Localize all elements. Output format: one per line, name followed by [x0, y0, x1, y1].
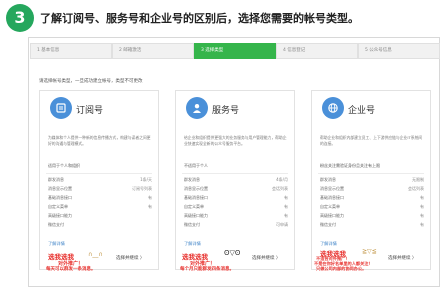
feature-row: 高级接口能力有	[320, 213, 424, 218]
select-continue-button[interactable]: 选择并继续 〉	[388, 255, 416, 261]
feature-row: 自定义菜单有	[48, 204, 152, 209]
card-title: 服务号	[212, 106, 240, 116]
step-email-activate: 2 邮箱激活	[112, 43, 194, 59]
card-subscription[interactable]: 订阅号 为媒体和个人提供一种新的信息传播方式，构建与读者之间更好的沟通与管理模式…	[39, 90, 159, 272]
feature-row: 高级接口能力有	[184, 213, 288, 218]
feature-row: 基础消息接口有	[48, 195, 152, 200]
card-description: 给企业和组织提供更强大的业务服务与用户管理能力，帮助企业快速实现全新的公众号服务…	[184, 135, 287, 146]
feature-row: 群发消息 1条/天	[48, 177, 152, 182]
cute-face-icon: ∩__∩	[88, 251, 103, 258]
type-prompt: 请选择帐号类型，一旦成功建立帐号，类型不可更改	[39, 79, 143, 84]
feature-row: 高级接口能力	[48, 213, 72, 218]
feature-row: 基础消息接口有	[320, 195, 424, 200]
handwritten-note: 每个月只能群发四条消息。	[180, 267, 234, 272]
card-title: 订阅号	[76, 106, 104, 116]
divider	[182, 173, 288, 174]
step-basic-info: 1 基本信息	[30, 43, 112, 59]
registration-panel: 1 基本信息 2 邮箱激活 3 选择类型 4 信息登记 5 公众号信息 请选择帐…	[28, 37, 440, 287]
card-header: 订阅号	[40, 91, 158, 133]
card-note: 粉丝关注需验证身份且关注有上限	[320, 163, 380, 168]
feature-row: 群发消息 无限制	[320, 177, 424, 182]
progress-steps: 1 基本信息 2 邮箱激活 3 选择类型 4 信息登记 5 公众号信息	[30, 43, 440, 59]
feature-row: 群发消息 4条/月	[184, 177, 288, 182]
feature-row: 消息显示位置 会话列表	[320, 186, 424, 191]
card-description: 为媒体和个人提供一种新的信息传播方式，构建与读者之间更好的沟通与管理模式。	[48, 135, 151, 146]
card-note: 适用于个人和组织	[48, 163, 80, 168]
card-enterprise[interactable]: 企业号 帮助企业和组织内部建立员工、上下游供应链与企业IT系统间的连接。 粉丝关…	[311, 90, 431, 271]
handwritten-note: 只做公司内部的协同办公。	[316, 266, 367, 271]
card-service[interactable]: 服务号 给企业和组织提供更强大的业务服务与用户管理能力，帮助企业快速实现全新的公…	[175, 90, 295, 272]
person-icon	[186, 97, 208, 119]
step-select-type: 3 选择类型	[194, 43, 276, 59]
book-icon	[50, 97, 72, 119]
step-info-register: 4 信息登记	[276, 43, 358, 59]
feature-row: 微信支付	[48, 222, 64, 227]
card-description: 帮助企业和组织内部建立员工、上下游供应链与企业IT系统间的连接。	[320, 135, 423, 146]
select-continue-button[interactable]: 选择并继续 〉	[252, 255, 280, 261]
step-number-badge: 3	[6, 4, 34, 32]
globe-icon	[322, 97, 344, 119]
cute-face-icon: ʘ▽ʘ	[224, 249, 241, 257]
handwritten-note: 每天可以群发一条消息。	[46, 267, 96, 272]
cute-face-icon: ≧▽≦	[362, 248, 377, 255]
divider	[318, 173, 424, 174]
learn-more-link[interactable]: 了解详情	[184, 241, 201, 247]
divider	[46, 173, 152, 174]
feature-row: 自定义菜单有	[320, 204, 424, 209]
page-heading: 了解订阅号、服务号和企业号的区别后，选择您需要的帐号类型。	[40, 12, 359, 25]
card-header: 企业号	[312, 91, 430, 133]
feature-row: 消息显示位置 订阅号列表	[48, 186, 152, 191]
learn-more-link[interactable]: 了解详情	[48, 241, 65, 247]
card-header: 服务号	[176, 91, 294, 133]
feature-row: 基础消息接口有	[184, 195, 288, 200]
select-continue-button[interactable]: 选择并继续 〉	[116, 255, 144, 261]
feature-row: 自定义菜单有	[184, 204, 288, 209]
learn-more-link[interactable]: 了解详情	[320, 241, 337, 247]
card-note: 不适用于个人	[184, 163, 208, 168]
feature-row: 消息显示位置 会话列表	[184, 186, 288, 191]
feature-row: 微信支付 可申请	[184, 222, 288, 227]
card-title: 企业号	[348, 106, 376, 116]
feature-row: 微信支付有	[320, 222, 424, 227]
step-account-info: 5 公众号信息	[358, 43, 440, 59]
